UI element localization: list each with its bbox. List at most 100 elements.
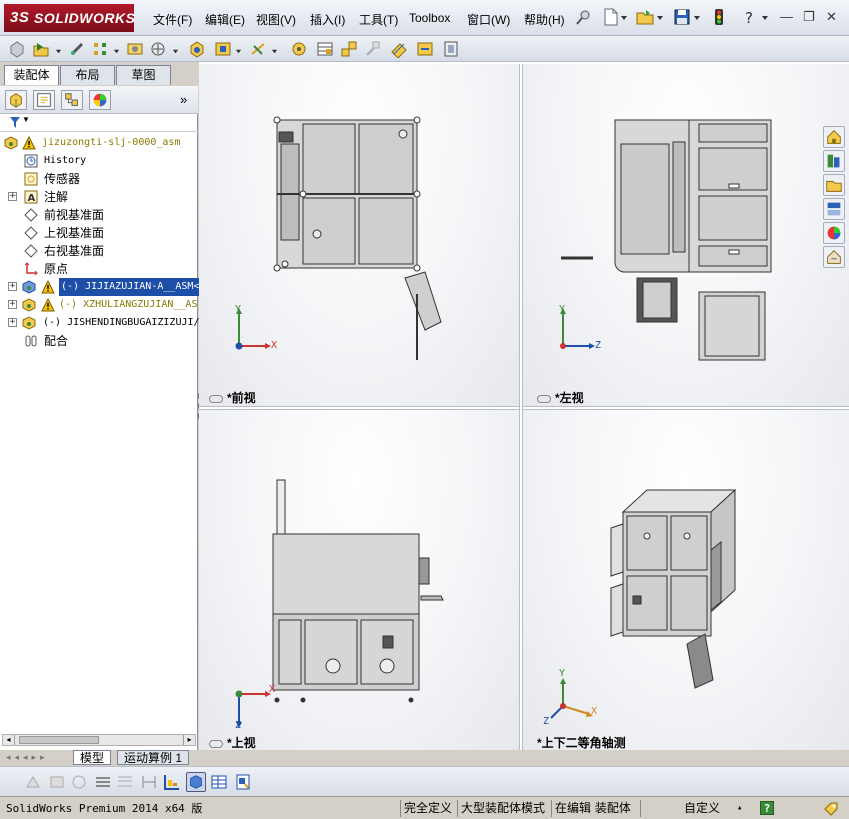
chevron-down-icon[interactable] (271, 48, 278, 55)
instant3d-icon[interactable] (442, 40, 460, 58)
solidworks-resources-icon[interactable] (823, 126, 845, 148)
interference-detection-icon[interactable] (390, 40, 408, 58)
line-style-icon[interactable] (94, 773, 112, 791)
chevron-down-icon[interactable] (55, 48, 62, 55)
appearances-scenes-icon[interactable] (823, 222, 845, 244)
panel-expand-arrow[interactable]: » (180, 92, 187, 107)
restore-button[interactable]: ❐ (803, 9, 815, 25)
save-icon[interactable] (673, 8, 691, 26)
table-icon[interactable] (210, 773, 228, 791)
tab-layout[interactable]: 布局 (60, 65, 115, 85)
new-assembly-icon[interactable] (8, 40, 26, 58)
custom-properties-icon[interactable] (823, 246, 845, 268)
tree-horizontal-scrollbar[interactable]: ◂ ▸ (2, 734, 196, 746)
status-separator (640, 800, 646, 817)
menu-toolbox[interactable]: Toolbox (409, 11, 450, 25)
view-palette-icon[interactable] (823, 198, 845, 220)
display-manager-icon[interactable] (89, 90, 111, 110)
viewport-link-icon[interactable] (537, 394, 551, 403)
assembly-features-icon[interactable] (214, 40, 232, 58)
new-document-icon[interactable] (602, 8, 620, 26)
help-icon[interactable]: ? (741, 8, 759, 26)
exploded-view-icon[interactable] (340, 40, 358, 58)
viewport-isometric[interactable]: Y X Z *上下二等角轴测 (523, 410, 849, 750)
filter-dropdown-arrow[interactable]: ▼ (22, 115, 30, 124)
status-help-button[interactable]: ? (760, 801, 774, 815)
solidworks-logo[interactable]: 3S SOLIDWORKS (4, 4, 135, 32)
bill-of-materials-icon[interactable] (316, 40, 334, 58)
expand-toggle[interactable]: + (8, 192, 17, 201)
configuration-manager-icon[interactable] (61, 90, 83, 110)
filter-funnel-icon[interactable] (10, 117, 20, 128)
status-editing-assembly: 在编辑 装配体 (551, 800, 631, 817)
menu-window[interactable]: 窗口(W) (467, 11, 510, 28)
menu-tools[interactable]: 工具(T) (359, 11, 398, 28)
hidden-lines-icon[interactable] (48, 773, 66, 791)
viewport-label-front: *前视 (209, 389, 256, 406)
scroll-left-arrow[interactable]: ◂ (3, 735, 15, 745)
shaded-display-icon[interactable] (186, 772, 206, 792)
linear-pattern-icon[interactable] (92, 40, 110, 58)
menu-view[interactable]: 视图(V) (256, 11, 296, 28)
status-units-custom[interactable]: 自定义 (684, 800, 720, 817)
viewport-title: *上下二等角轴测 (537, 736, 626, 750)
status-units-arrow[interactable]: ▴ (737, 800, 742, 817)
rebuild-tag-icon[interactable] (823, 801, 839, 817)
line-thickness-icon[interactable] (116, 773, 134, 791)
viewport-front[interactable]: Y X *前视 (199, 64, 519, 406)
scroll-thumb[interactable] (19, 736, 99, 744)
scroll-right-arrow[interactable]: ▸ (183, 735, 195, 745)
menu-help[interactable]: 帮助(H) (524, 11, 565, 28)
wireframe-icon[interactable] (70, 773, 88, 791)
viewport-left[interactable]: Y Z *左视 (523, 64, 849, 406)
tab-motion-study-1[interactable]: 运动算例 1 (117, 750, 190, 765)
tab-scroll-arrows[interactable]: ◂◂◂▸▸ (6, 752, 49, 763)
chevron-down-icon[interactable] (620, 14, 628, 22)
viewport-link-icon[interactable] (209, 394, 223, 403)
menu-edit[interactable]: 编辑(E) (205, 11, 245, 28)
tab-sketch[interactable]: 草图 (116, 65, 171, 85)
viewport-label-left: *左视 (537, 389, 584, 406)
drawing-sheet-icon[interactable] (234, 773, 252, 791)
status-product-version: SolidWorks Premium 2014 x64 版 (6, 802, 203, 815)
chevron-down-icon[interactable] (113, 48, 120, 55)
explode-line-sketch-icon[interactable] (364, 40, 382, 58)
design-library-icon[interactable] (823, 150, 845, 172)
insert-component-icon[interactable] (32, 40, 50, 58)
tab-model[interactable]: 模型 (73, 750, 112, 765)
move-component-icon[interactable] (150, 40, 168, 58)
expand-toggle[interactable]: + (8, 300, 17, 309)
rebuild-traffic-light-icon[interactable] (710, 8, 728, 26)
convert-to-sketch-icon[interactable] (24, 773, 42, 791)
graphics-area[interactable]: Y X *前视 Y Z *左视 Z X *上视 Y X Z *上下二等角轴测 (199, 62, 849, 752)
show-hidden-components-icon[interactable] (188, 40, 206, 58)
warning-icon (22, 136, 36, 150)
tab-assembly[interactable]: 装配体 (4, 65, 59, 85)
menu-insert[interactable]: 插入(I) (310, 11, 345, 28)
mate-icon[interactable] (68, 40, 86, 58)
dimension-icon[interactable] (140, 773, 158, 791)
close-button[interactable]: ✕ (826, 9, 837, 25)
chevron-down-icon[interactable] (761, 14, 769, 22)
new-motion-study-icon[interactable] (290, 40, 308, 58)
pin-icon[interactable] (574, 9, 592, 27)
viewport-top[interactable]: Z X *上视 (199, 410, 519, 750)
viewport-title: *前视 (227, 391, 256, 405)
open-folder-icon[interactable] (636, 8, 654, 26)
viewport-link-icon[interactable] (209, 739, 223, 748)
file-explorer-icon[interactable] (823, 174, 845, 196)
expand-toggle[interactable]: + (8, 282, 17, 291)
chevron-down-icon[interactable] (656, 14, 664, 22)
smart-fasteners-icon[interactable] (126, 40, 144, 58)
minimize-button[interactable]: — (780, 9, 793, 24)
chevron-down-icon[interactable] (235, 48, 242, 55)
expand-toggle[interactable]: + (8, 318, 17, 327)
menu-file[interactable]: 文件(F) (153, 11, 192, 28)
feature-manager-tree-icon[interactable] (5, 90, 27, 110)
chevron-down-icon[interactable] (693, 14, 701, 22)
property-manager-icon[interactable] (33, 90, 55, 110)
reference-geometry-icon[interactable] (250, 40, 268, 58)
smart-dimension-icon[interactable] (162, 773, 180, 791)
clearance-verification-icon[interactable] (416, 40, 434, 58)
chevron-down-icon[interactable] (172, 48, 179, 55)
